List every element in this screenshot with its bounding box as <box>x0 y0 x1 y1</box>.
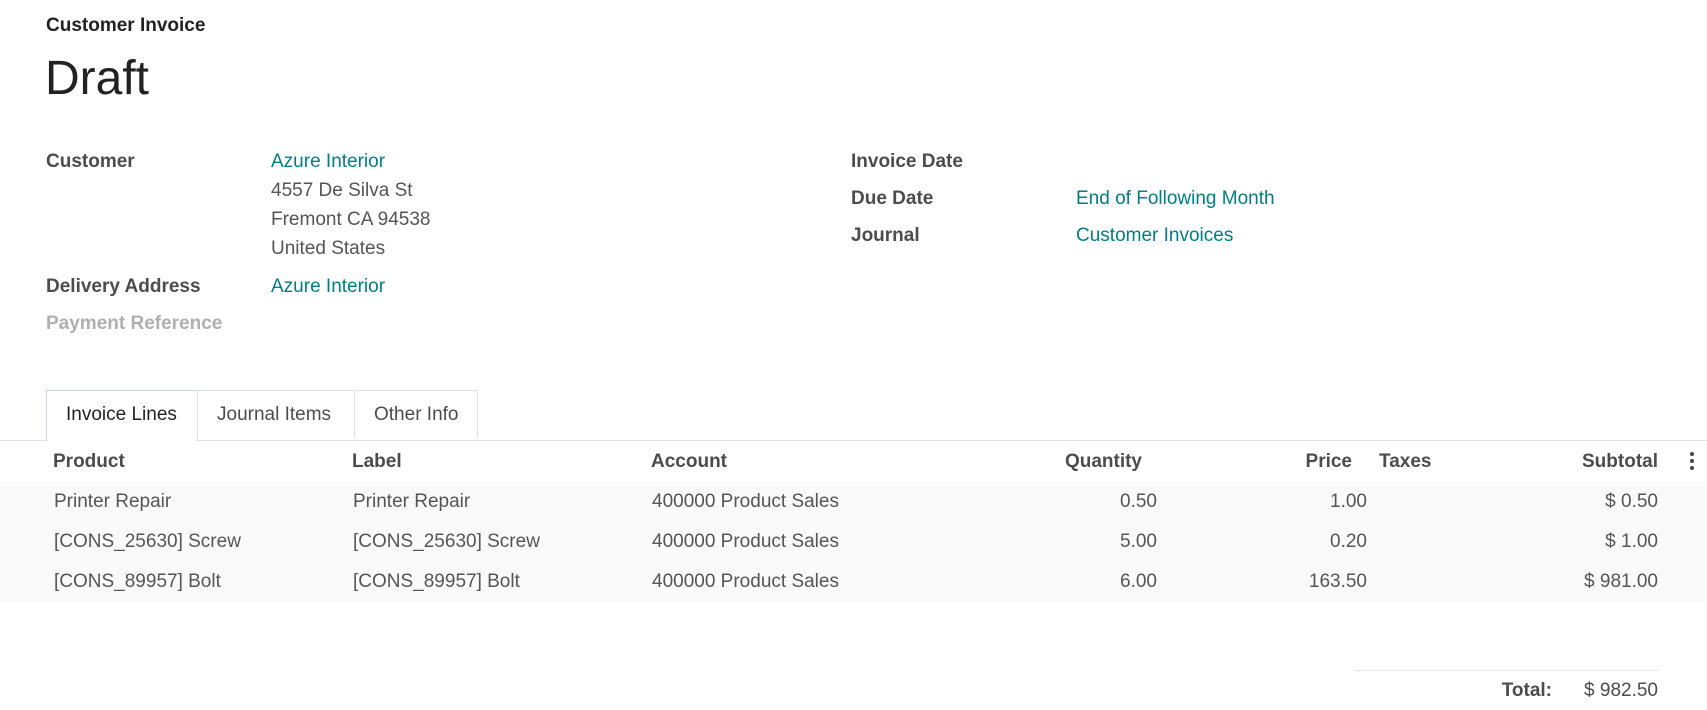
row-price: 163.50 <box>1308 571 1367 592</box>
invoice-form: Customer Invoice Draft Customer Azure In… <box>0 0 1707 710</box>
column-account[interactable]: Account <box>651 441 727 483</box>
row-quantity: 0.50 <box>1120 491 1157 512</box>
journal-value[interactable]: Customer Invoices <box>1076 225 1233 247</box>
column-subtotal[interactable]: Subtotal <box>1480 441 1658 483</box>
column-price[interactable]: Price <box>1160 441 1352 483</box>
customer-label: Customer <box>46 151 135 172</box>
delivery-address-link[interactable]: Azure Interior <box>271 276 385 298</box>
payment-reference-label: Payment Reference <box>46 313 223 334</box>
invoice-lines-header: Product Label Account Quantity Price Tax… <box>0 441 1707 484</box>
row-label: [CONS_25630] Screw <box>353 531 540 552</box>
optional-columns-menu-icon[interactable] <box>1689 452 1695 472</box>
customer-address-city: Fremont CA 94538 <box>271 209 431 230</box>
row-account: 400000 Product Sales <box>652 531 839 552</box>
customer-link[interactable]: Azure Interior <box>271 151 385 173</box>
due-date-label: Due Date <box>851 188 934 209</box>
invoice-status-title: Draft <box>45 52 150 105</box>
row-subtotal: $ 981.00 <box>1584 571 1658 592</box>
total-amount: $ 982.50 <box>1584 680 1658 701</box>
row-subtotal: $ 0.50 <box>1605 491 1658 512</box>
total-label: Total: <box>1501 680 1552 701</box>
table-row[interactable]: [CONS_89957] Bolt [CONS_89957] Bolt 4000… <box>0 562 1707 602</box>
table-row[interactable]: [CONS_25630] Screw [CONS_25630] Screw 40… <box>0 522 1707 563</box>
totals-divider <box>1355 670 1658 671</box>
row-account: 400000 Product Sales <box>652 491 839 512</box>
column-label[interactable]: Label <box>352 441 402 483</box>
due-date-value[interactable]: End of Following Month <box>1076 188 1275 210</box>
delivery-address-label: Delivery Address <box>46 276 201 297</box>
row-price: 1.00 <box>1330 491 1367 512</box>
notebook-tabs: Invoice Lines Journal Items Other Info <box>46 390 478 441</box>
invoice-date-label: Invoice Date <box>851 151 963 172</box>
column-taxes[interactable]: Taxes <box>1379 441 1431 483</box>
tab-invoice-lines[interactable]: Invoice Lines <box>46 390 198 441</box>
row-price: 0.20 <box>1330 531 1367 552</box>
row-label: [CONS_89957] Bolt <box>353 571 520 592</box>
row-subtotal: $ 1.00 <box>1605 531 1658 552</box>
row-product: Printer Repair <box>54 491 172 512</box>
journal-label: Journal <box>851 225 920 246</box>
customer-address-street: 4557 De Silva St <box>271 180 413 201</box>
table-row[interactable]: Printer Repair Printer Repair 400000 Pro… <box>0 482 1707 523</box>
row-quantity: 5.00 <box>1120 531 1157 552</box>
row-account: 400000 Product Sales <box>652 571 839 592</box>
row-product: [CONS_89957] Bolt <box>54 571 221 592</box>
customer-address-country: United States <box>271 238 386 259</box>
row-label: Printer Repair <box>353 491 471 512</box>
row-quantity: 6.00 <box>1120 571 1157 592</box>
document-type: Customer Invoice <box>46 15 206 36</box>
row-product: [CONS_25630] Screw <box>54 531 241 552</box>
column-quantity[interactable]: Quantity <box>1000 441 1142 483</box>
tab-other-info[interactable]: Other Info <box>354 390 478 438</box>
tab-journal-items[interactable]: Journal Items <box>197 390 355 438</box>
column-product[interactable]: Product <box>53 441 125 483</box>
